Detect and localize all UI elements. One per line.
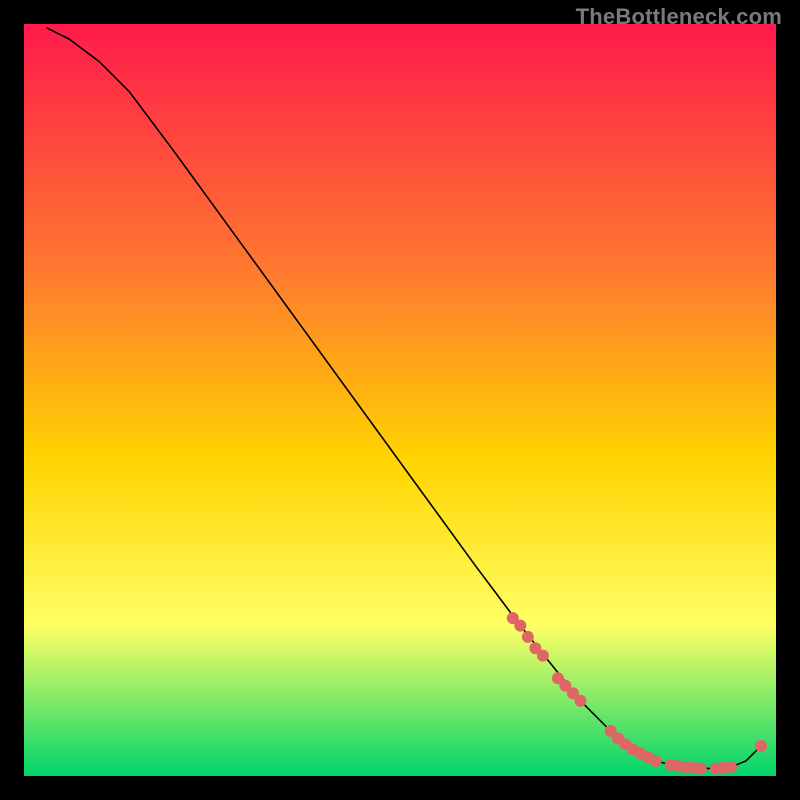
scatter-point bbox=[725, 761, 737, 773]
scatter-point bbox=[650, 755, 662, 767]
chart-svg bbox=[24, 24, 776, 776]
scatter-point bbox=[755, 740, 767, 752]
chart-container: TheBottleneck.com bbox=[0, 0, 800, 800]
scatter-point bbox=[695, 762, 707, 774]
scatter-point bbox=[522, 631, 534, 643]
plot-area bbox=[24, 24, 776, 776]
scatter-point bbox=[574, 695, 586, 707]
watermark-text: TheBottleneck.com bbox=[576, 4, 782, 30]
scatter-point bbox=[514, 620, 526, 632]
scatter-point bbox=[537, 650, 549, 662]
gradient-background bbox=[24, 24, 776, 776]
